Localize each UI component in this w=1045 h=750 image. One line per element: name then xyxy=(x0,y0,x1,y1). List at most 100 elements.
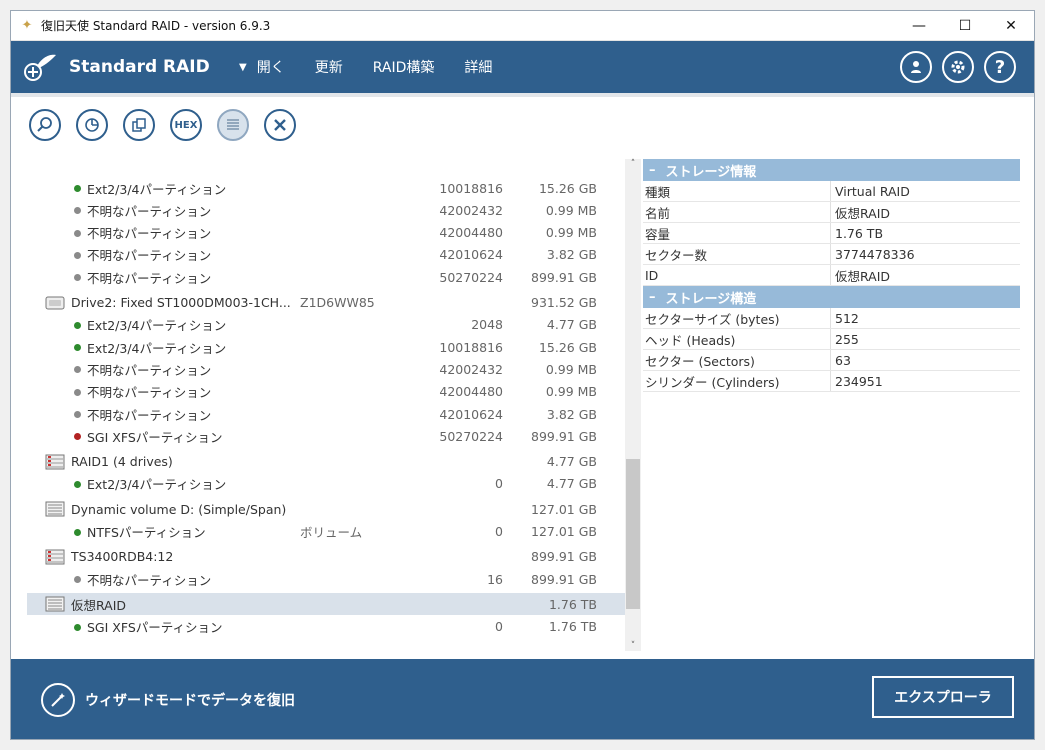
partition-start-sector: 0 xyxy=(495,476,503,492)
logo-icon xyxy=(11,41,69,93)
drive-label: 仮想RAID xyxy=(71,597,127,613)
property-key: ヘッド (Heads) xyxy=(643,329,831,349)
header-icons: ? xyxy=(900,51,1016,83)
size-value: 899.91 GB xyxy=(531,549,597,565)
maximize-button[interactable]: ☐ xyxy=(942,11,988,41)
partition-start-sector: 10018816 xyxy=(439,180,503,196)
tree-drive-row[interactable]: RAID1 (4 drives) 4.77 GB xyxy=(27,451,625,473)
size-value: 127.01 GB xyxy=(531,501,597,517)
tree-partition-row[interactable]: 不明なパーティション 16 899.91 GB xyxy=(27,568,625,590)
close-icon[interactable] xyxy=(264,109,296,141)
status-dot-icon xyxy=(74,229,81,237)
drive-label: Dynamic volume D: (Simple/Span) xyxy=(71,501,287,517)
tree-partition-row[interactable]: 不明なパーティション 42002432 0.99 MB xyxy=(27,199,625,221)
property-value: 3774478336 xyxy=(835,246,915,262)
storage-info-header[interactable]: – ストレージ情報 xyxy=(643,159,1020,181)
scroll-down-icon[interactable]: ˅ xyxy=(625,641,641,651)
status-dot-icon xyxy=(74,321,81,329)
partition-label: SGI XFSパーティション xyxy=(87,429,223,445)
tree-scrollbar[interactable]: ˄ ˅ xyxy=(625,159,641,651)
partition-start-sector: 50270224 xyxy=(439,428,503,444)
tree-drive-row[interactable]: 仮想RAID 1.76 TB xyxy=(27,593,625,616)
user-icon[interactable] xyxy=(900,51,932,83)
help-icon[interactable]: ? xyxy=(984,51,1016,83)
status-dot-icon xyxy=(74,274,81,282)
angel-wing-icon: ✦ xyxy=(21,17,33,33)
tree-drive-row[interactable]: Dynamic volume D: (Simple/Span) 127.01 GB xyxy=(27,498,625,520)
partition-label: Ext2/3/4パーティション xyxy=(87,477,227,493)
partition-label: 不明なパーティション xyxy=(87,385,212,401)
tree-partition-row[interactable]: 不明なパーティション 42010624 3.82 GB xyxy=(27,403,625,425)
size-value: 0.99 MB xyxy=(545,225,597,241)
partition-label: 不明なパーティション xyxy=(87,407,212,423)
tree-partition-row[interactable]: 不明なパーティション 42010624 3.82 GB xyxy=(27,244,625,266)
main-menu: ▼ 開く 更新 RAID構築 詳細 xyxy=(239,57,522,77)
tree-drive-row[interactable]: TS3400RDB4:12 899.91 GB xyxy=(27,546,625,568)
property-key: セクター数 xyxy=(643,244,831,264)
copy-icon[interactable] xyxy=(123,109,155,141)
search-icon[interactable] xyxy=(29,109,61,141)
property-row: セクター数 3774478336 xyxy=(643,244,1020,265)
tree-partition-row[interactable]: Ext2/3/4パーティション 0 4.77 GB xyxy=(27,473,625,495)
tree-partition-row[interactable]: 不明なパーティション 42002432 0.99 MB xyxy=(27,358,625,380)
tree-partition-row[interactable]: SGI XFSパーティション 0 1.76 TB xyxy=(27,616,625,638)
size-value: 0.99 MB xyxy=(545,202,597,218)
size-value: 4.77 GB xyxy=(546,476,597,492)
property-value: 255 xyxy=(835,331,859,347)
magic-wand-icon xyxy=(41,683,75,717)
scroll-up-icon[interactable]: ˄ xyxy=(625,159,641,169)
tree-partition-row[interactable]: 不明なパーティション 50270224 899.91 GB xyxy=(27,266,625,288)
app-window: ✦ 復旧天使 Standard RAID - version 6.9.3 — ☐… xyxy=(10,10,1035,740)
tree-partition-row[interactable]: SGI XFSパーティション 50270224 899.91 GB xyxy=(27,425,625,447)
wizard-label: ウィザードモードでデータを復旧 xyxy=(85,693,295,709)
partition-start-sector: 2048 xyxy=(471,317,503,333)
size-value: 899.91 GB xyxy=(531,269,597,285)
partition-extra: ボリューム xyxy=(300,525,363,540)
tree-partition-row[interactable]: 不明なパーティション 42004480 0.99 MB xyxy=(27,381,625,403)
tree-drive-row[interactable]: Drive2: Fixed ST1000DM003-1CH... Z1D6WW85… xyxy=(27,292,625,314)
gear-icon[interactable] xyxy=(942,51,974,83)
collapse-icon[interactable]: – xyxy=(649,290,656,305)
main-content: Ext2/3/4パーティション 10018816 15.26 GB 不明なパーティショ… xyxy=(11,159,1036,659)
tree-partition-row[interactable]: Ext2/3/4パーティション 2048 4.77 GB xyxy=(27,314,625,336)
footer-bar: ウィザードモードでデータを復旧 エクスプローラ xyxy=(11,659,1034,739)
storage-struct-header[interactable]: – ストレージ構造 xyxy=(643,286,1020,308)
status-dot-icon xyxy=(74,576,81,584)
menu-details[interactable]: 詳細 xyxy=(464,57,492,77)
drive-tree[interactable]: Ext2/3/4パーティション 10018816 15.26 GB 不明なパーティショ… xyxy=(27,159,625,651)
explorer-button[interactable]: エクスプローラ xyxy=(872,676,1014,718)
property-key: シリンダー (Cylinders) xyxy=(643,371,831,391)
close-window-button[interactable]: ✕ xyxy=(988,11,1034,41)
tree-partition-row[interactable]: Ext2/3/4パーティション 10018816 15.26 GB xyxy=(27,336,625,358)
menu-raid-build[interactable]: RAID構築 xyxy=(373,57,435,77)
partition-start-sector: 0 xyxy=(495,524,503,539)
disk-stack-icon xyxy=(45,596,65,612)
status-dot-icon xyxy=(74,528,81,536)
minimize-button[interactable]: — xyxy=(896,11,942,41)
partition-label: 不明なパーティション xyxy=(87,203,212,219)
dropdown-caret-icon[interactable]: ▼ xyxy=(239,62,247,73)
collapse-icon[interactable]: – xyxy=(649,163,656,178)
tree-partition-row[interactable]: 不明なパーティション 42004480 0.99 MB xyxy=(27,222,625,244)
partition-label: Ext2/3/4パーティション xyxy=(87,181,227,197)
wizard-mode-button[interactable]: ウィザードモードでデータを復旧 xyxy=(41,683,295,717)
list-icon[interactable] xyxy=(217,109,249,141)
tree-partition-row[interactable]: NTFSパーティション ボリューム 0 127.01 GB xyxy=(27,521,625,543)
status-dot-icon xyxy=(74,480,81,488)
scrollbar-thumb[interactable] xyxy=(626,459,640,609)
property-value: 仮想RAID xyxy=(835,268,891,284)
menu-refresh[interactable]: 更新 xyxy=(315,57,343,77)
partition-start-sector: 42010624 xyxy=(439,406,503,422)
drive-serial: Z1D6WW85 xyxy=(300,295,375,310)
pie-chart-icon[interactable] xyxy=(76,109,108,141)
tree-partition-row[interactable]: Ext2/3/4パーティション 10018816 15.26 GB xyxy=(27,177,625,199)
hex-icon[interactable]: HEX xyxy=(170,109,202,141)
property-key: 名前 xyxy=(643,202,831,222)
property-key: 種類 xyxy=(643,181,831,201)
status-dot-icon xyxy=(74,344,81,352)
property-row: 名前 仮想RAID xyxy=(643,202,1020,223)
property-row: セクターサイズ (bytes) 512 xyxy=(643,308,1020,329)
partition-label: 不明なパーティション xyxy=(87,248,212,264)
menu-open[interactable]: 開く xyxy=(257,57,285,77)
size-value: 0.99 MB xyxy=(545,361,597,377)
